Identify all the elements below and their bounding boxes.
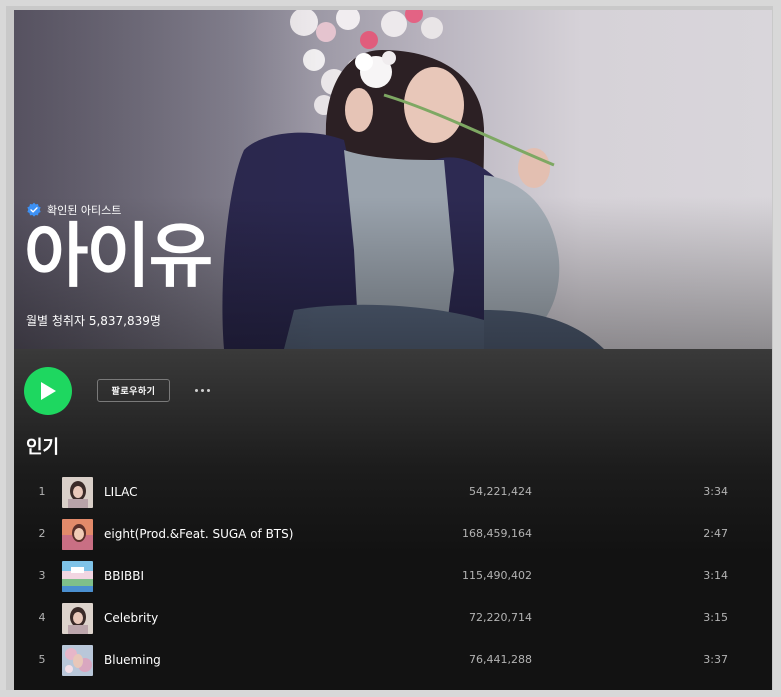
track-row[interactable]: 2 eight(Prod.&Feat. SUGA of BTS) 168,459… bbox=[14, 514, 772, 556]
track-duration: 3:15 bbox=[703, 611, 728, 624]
track-row[interactable]: 5 Blueming 76,441,288 3:37 bbox=[14, 640, 772, 682]
popular-section-title: 인기 bbox=[26, 437, 60, 458]
track-number: 2 bbox=[38, 527, 46, 540]
track-title[interactable]: Blueming bbox=[104, 653, 161, 667]
track-play-count: 76,441,288 bbox=[469, 653, 532, 666]
more-dot-icon bbox=[206, 388, 210, 392]
track-play-count: 115,490,402 bbox=[462, 569, 532, 582]
track-play-count: 72,220,714 bbox=[469, 611, 532, 624]
track-album-art[interactable] bbox=[62, 561, 93, 592]
track-album-art[interactable] bbox=[62, 603, 93, 634]
track-number: 3 bbox=[38, 569, 46, 582]
track-title[interactable]: LILAC bbox=[104, 485, 138, 499]
artist-content: 팔로우하기 인기 1 LILAC 54,221,424 3:34 2 eight… bbox=[14, 349, 772, 690]
track-duration: 2:47 bbox=[703, 527, 728, 540]
track-number: 1 bbox=[38, 485, 46, 498]
follow-button[interactable]: 팔로우하기 bbox=[97, 379, 170, 402]
track-title[interactable]: eight(Prod.&Feat. SUGA of BTS) bbox=[104, 527, 293, 541]
track-row[interactable]: 4 Celebrity 72,220,714 3:15 bbox=[14, 598, 772, 640]
track-album-art[interactable] bbox=[62, 477, 93, 508]
track-title[interactable]: BBIBBI bbox=[104, 569, 144, 583]
more-dot-icon bbox=[200, 388, 204, 392]
play-icon bbox=[41, 382, 56, 400]
track-row[interactable]: 1 LILAC 54,221,424 3:34 bbox=[14, 472, 772, 514]
artist-page: 확인된 아티스트 아이유 월별 청취자 5,837,839명 팔로우하기 인기 … bbox=[14, 10, 772, 690]
more-dot-icon bbox=[194, 388, 198, 392]
track-row[interactable]: 3 BBIBBI 115,490,402 3:14 bbox=[14, 556, 772, 598]
play-button[interactable] bbox=[24, 367, 72, 415]
track-title[interactable]: Celebrity bbox=[104, 611, 158, 625]
track-album-art[interactable] bbox=[62, 645, 93, 676]
track-duration: 3:37 bbox=[703, 653, 728, 666]
track-album-art[interactable] bbox=[62, 519, 93, 550]
artist-name: 아이유 bbox=[24, 215, 213, 297]
track-number: 5 bbox=[38, 653, 46, 666]
track-duration: 3:14 bbox=[703, 569, 728, 582]
track-number: 4 bbox=[38, 611, 46, 624]
artist-header: 확인된 아티스트 아이유 월별 청취자 5,837,839명 bbox=[14, 10, 772, 349]
track-play-count: 168,459,164 bbox=[462, 527, 532, 540]
track-play-count: 54,221,424 bbox=[469, 485, 532, 498]
monthly-listeners: 월별 청취자 5,837,839명 bbox=[26, 314, 161, 328]
track-duration: 3:34 bbox=[703, 485, 728, 498]
more-options-button[interactable] bbox=[190, 381, 214, 399]
